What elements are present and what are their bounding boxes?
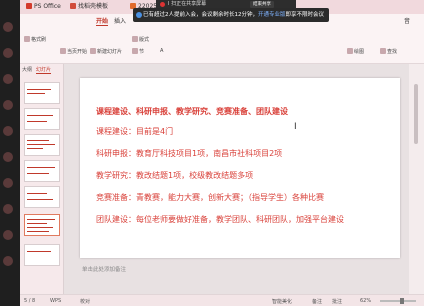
zoom-slider-knob[interactable] — [399, 298, 404, 304]
thumb-line — [27, 223, 47, 224]
wps-presentation-window: PS Office 找稻壳模板 22025-2026学年第二 I 扫正在共享屏幕… — [0, 0, 424, 306]
zoom-level: 62% — [360, 298, 372, 304]
slide-line[interactable]: 团队建设：每位老师要做好准备，教学团队、科研团队，加强平台建设 — [96, 214, 344, 225]
layout-icon — [132, 36, 138, 42]
participant-avatar[interactable] — [3, 22, 13, 32]
thumb-line — [27, 121, 47, 122]
tab-docer-templates[interactable]: 找稻壳模板 — [70, 2, 108, 12]
slide-line[interactable]: 科研申报：教育厅科技项目1项，南昌市社科项目2项 — [96, 148, 282, 159]
notice-text-suffix: 即享不限时会议 — [285, 12, 325, 18]
new-slide-button[interactable]: 新建幻灯片 — [90, 48, 122, 55]
text-format-a[interactable]: A — [160, 48, 163, 54]
slide-title[interactable]: 课程建设、科研申报、教学研究、竞赛准备、团队建设 — [96, 106, 288, 117]
participant-avatar[interactable] — [3, 256, 13, 266]
thumb-line — [27, 89, 51, 90]
thumb-line — [27, 115, 53, 116]
share-status-text: I 扫正在共享屏幕 — [168, 1, 207, 7]
find-button[interactable]: 查找 — [380, 48, 397, 55]
thumb-line — [27, 148, 43, 149]
section-icon — [132, 48, 138, 54]
vertical-scrollbar[interactable] — [409, 64, 424, 294]
wps-icon — [26, 3, 32, 9]
recording-dot-icon — [160, 2, 165, 7]
tool-label: 新建幻灯片 — [97, 49, 123, 55]
slide-line[interactable]: 竞赛准备：青教赛，能力大赛，创新大赛；（指导学生）各种比赛 — [96, 192, 324, 203]
tab-label: PS Office — [34, 3, 61, 10]
draw-icon — [347, 48, 353, 54]
thumb-line — [27, 227, 53, 228]
draw-button[interactable]: 绘图 — [347, 48, 364, 55]
slide-thumbnail[interactable] — [24, 186, 60, 208]
format-painter-icon — [24, 36, 30, 42]
notes-button[interactable]: 备注 — [312, 298, 322, 305]
slide-thumbnail[interactable] — [24, 244, 60, 266]
notes-placeholder[interactable]: 单击此处添加备注 — [80, 264, 400, 276]
participant-avatar[interactable] — [3, 100, 13, 110]
thumb-line — [27, 140, 49, 141]
slide-canvas[interactable]: 课程建设、科研申报、教学研究、竞赛准备、团队建设 课程建设：目前是4门 科研申报… — [80, 78, 400, 258]
slide-line[interactable]: 课程建设：目前是4门 — [96, 126, 173, 137]
slide-thumbnail[interactable] — [24, 108, 60, 130]
search-icon — [380, 48, 386, 54]
docer-icon — [70, 3, 76, 9]
slide-line[interactable]: 教学研究：教改结题1项，校级教改结题多项 — [96, 170, 253, 181]
layout-button[interactable]: 版式 — [132, 36, 149, 43]
menu-insert[interactable]: 插入 — [114, 16, 126, 25]
participant-avatar[interactable] — [3, 48, 13, 58]
app-name: WPS — [50, 298, 62, 304]
tool-label: 查找 — [387, 49, 398, 55]
thumb-line — [27, 144, 55, 145]
tab-outline[interactable]: 大纲 — [22, 66, 32, 73]
meeting-notification: 已有超过2人提前入会，会议剩余时长12分钟，开通专业版即享不限时会议 — [133, 8, 329, 22]
menu-more[interactable]: 音 — [404, 16, 410, 25]
participant-avatar[interactable] — [3, 74, 13, 84]
menu-start[interactable]: 开始 — [96, 16, 109, 26]
participant-avatar[interactable] — [3, 152, 13, 162]
slide-thumbnail[interactable] — [24, 160, 60, 182]
slide-thumbnail[interactable] — [24, 134, 60, 156]
tool-label: 格式刷 — [31, 37, 47, 43]
new-slide-icon — [90, 48, 96, 54]
tab-label: 找稻壳模板 — [78, 3, 109, 10]
thumb-line — [27, 93, 45, 94]
slide-thumbnail-panel: 大纲 幻灯片 — [20, 64, 64, 294]
status-bar: 5 / 8 WPS 校对 智能美化 备注 批注 62% — [20, 294, 424, 306]
format-painter-button[interactable]: 格式刷 — [24, 36, 46, 43]
page-indicator: 5 / 8 — [24, 298, 36, 304]
play-from-current-button[interactable]: 当页开始 — [60, 48, 87, 55]
thumb-line — [27, 231, 49, 232]
notice-text: 已有超过2人提前入会，会议剩余时长12分钟， — [143, 12, 258, 18]
thumb-line — [27, 173, 49, 174]
zoom-slider[interactable] — [380, 298, 416, 304]
participant-avatar[interactable] — [3, 204, 13, 214]
panel-tabs: 大纲 幻灯片 — [20, 64, 64, 74]
play-icon — [60, 48, 66, 54]
slide-thumbnail[interactable] — [24, 82, 60, 104]
tool-label: 版式 — [139, 37, 150, 43]
tool-label: 当页开始 — [67, 49, 88, 55]
participant-avatar[interactable] — [3, 178, 13, 188]
tool-label: 绘图 — [354, 49, 365, 55]
meeting-participant-strip — [0, 0, 20, 306]
slide-thumbnail-selected[interactable] — [24, 214, 60, 236]
comments-button[interactable]: 批注 — [332, 298, 342, 305]
scroll-thumb[interactable] — [414, 84, 418, 144]
info-icon — [136, 12, 142, 18]
tab-wps-office[interactable]: PS Office — [26, 2, 61, 12]
thumb-line — [27, 199, 53, 200]
proofing-button[interactable]: 校对 — [80, 298, 90, 305]
participant-avatar[interactable] — [3, 126, 13, 136]
smart-beautify-button[interactable]: 智能美化 — [272, 298, 292, 305]
tab-slides[interactable]: 幻灯片 — [36, 66, 52, 74]
thumb-line — [27, 219, 55, 220]
thumb-line — [27, 167, 55, 168]
thumb-line — [27, 251, 51, 252]
thumb-line — [27, 193, 47, 194]
tool-label: 节 — [139, 49, 145, 55]
upgrade-link[interactable]: 开通专业版 — [258, 12, 286, 18]
text-cursor-icon: I — [294, 122, 297, 132]
section-button[interactable]: 节 — [132, 48, 144, 55]
participant-avatar[interactable] — [3, 230, 13, 240]
stop-share-button[interactable]: 结束共享 — [250, 1, 274, 8]
